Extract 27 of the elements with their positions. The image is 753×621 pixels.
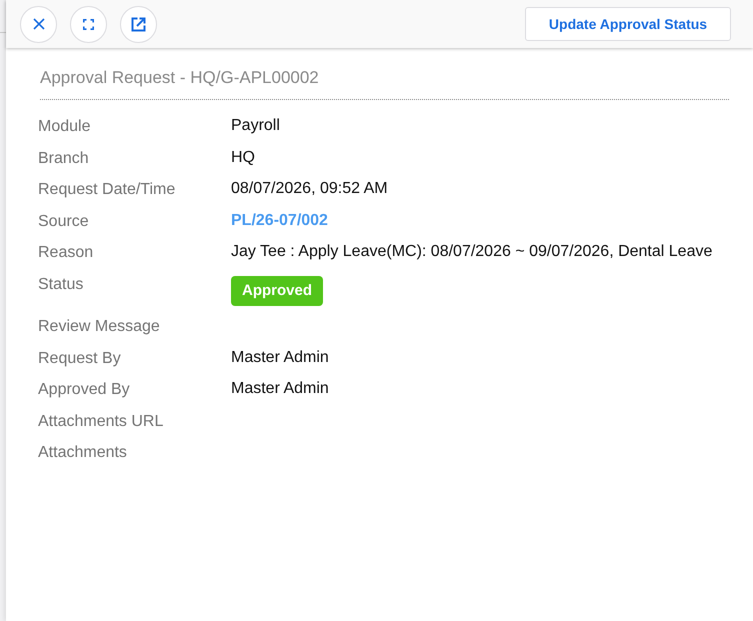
open-external-icon bbox=[131, 16, 146, 32]
field-label: Review Message bbox=[38, 316, 161, 337]
close-icon bbox=[32, 18, 44, 30]
expand-icon bbox=[83, 18, 94, 30]
close-button[interactable] bbox=[20, 6, 57, 42]
field-value: Master Admin bbox=[231, 379, 329, 400]
source-link[interactable]: PL/26-07/002 bbox=[231, 206, 328, 231]
field-label: Branch bbox=[38, 148, 90, 169]
field-label: Approved By bbox=[38, 380, 131, 400]
field-label: Request Date/Time bbox=[38, 180, 176, 200]
field-value: Payroll bbox=[231, 116, 280, 136]
field-label: Attachments URL bbox=[38, 412, 164, 432]
field-label: Status bbox=[38, 274, 84, 295]
field-label: Request By bbox=[38, 348, 122, 369]
field-value: HQ bbox=[231, 148, 255, 168]
field-value: 08/07/2026, 09:52 AM bbox=[231, 179, 388, 200]
open-new-window-button[interactable] bbox=[120, 6, 157, 42]
field-label: Module bbox=[38, 117, 92, 137]
field-label: Source bbox=[38, 212, 90, 232]
request-title: Approval Request - HQ/G-APL00002 bbox=[39, 68, 320, 88]
field-label: Attachments bbox=[38, 443, 128, 464]
field-value: Jay Tee : Apply Leave(MC): 08/07/2026 ~ 09/07/2026, Dental Leave bbox=[231, 242, 712, 262]
field-label: Reason bbox=[38, 243, 94, 264]
field-value: Master Admin bbox=[231, 348, 329, 368]
update-approval-status-button[interactable]: Update Approval Status bbox=[525, 6, 731, 40]
status-badge: Approved bbox=[231, 276, 324, 306]
fullscreen-button[interactable] bbox=[70, 6, 107, 42]
